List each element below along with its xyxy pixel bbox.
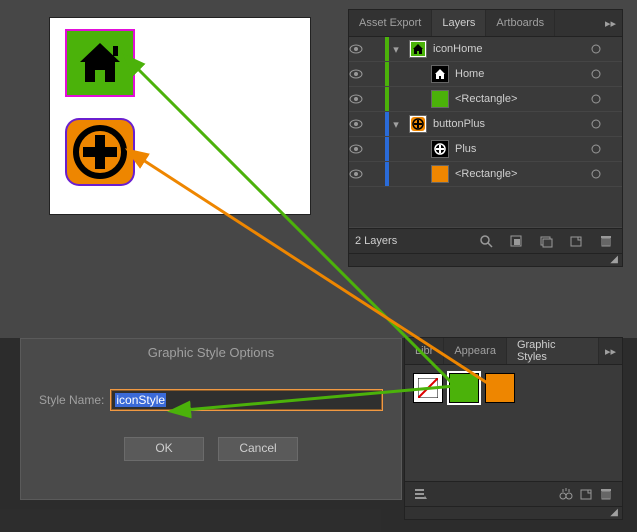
cancel-button[interactable]: Cancel	[218, 437, 298, 461]
target-icon[interactable]	[590, 143, 612, 155]
home-icon	[75, 38, 125, 88]
layer-row[interactable]: ▾ buttonPlus	[349, 112, 622, 137]
layers-list: ▾ iconHome Home <Rectangle> ▾ buttonPlus Plus <…	[349, 37, 622, 187]
layer-label[interactable]: iconHome	[433, 43, 590, 55]
make-clip-icon[interactable]	[506, 231, 526, 251]
art-iconHome[interactable]	[67, 31, 133, 95]
layer-thumbnail[interactable]	[431, 90, 449, 108]
break-link-icon[interactable]	[556, 484, 576, 504]
layer-label[interactable]: buttonPlus	[433, 118, 590, 130]
target-icon[interactable]	[590, 68, 612, 80]
target-icon[interactable]	[590, 93, 612, 105]
layer-thumbnail[interactable]	[431, 140, 449, 158]
visibility-toggle[interactable]	[349, 44, 371, 54]
layer-row[interactable]: ▾ iconHome	[349, 37, 622, 62]
panel-flyout-icon[interactable]: ▸▸	[599, 17, 622, 30]
layer-thumbnail[interactable]	[409, 40, 427, 58]
target-icon[interactable]	[590, 43, 612, 55]
new-style-icon[interactable]	[576, 484, 596, 504]
styles-swatch-list	[405, 365, 622, 481]
layers-count: 2 Layers	[355, 235, 397, 247]
layers-panel: Asset Export Layers Artboards ▸▸ ▾ iconHo…	[349, 10, 622, 266]
dialog-title: Graphic Style Options	[21, 339, 401, 367]
target-icon[interactable]	[590, 118, 612, 130]
disclosure-arrow-icon[interactable]: ▾	[389, 43, 403, 56]
layer-row[interactable]: <Rectangle>	[349, 162, 622, 187]
plus-circle-icon	[73, 125, 127, 179]
graphic-style-options-dialog: Graphic Style Options Style Name: iconSt…	[20, 338, 402, 500]
new-sublayer-icon[interactable]	[536, 231, 556, 251]
locate-object-icon[interactable]	[476, 231, 496, 251]
visibility-toggle[interactable]	[349, 119, 371, 129]
style-name-label: Style Name:	[39, 393, 104, 407]
styles-panel-tabs: Libr Appeara Graphic Styles ▸▸	[405, 338, 622, 365]
layer-thumbnail[interactable]	[431, 165, 449, 183]
style-swatch-orange[interactable]	[485, 373, 515, 403]
tab-appearance[interactable]: Appeara	[444, 338, 507, 364]
artboard	[50, 18, 310, 214]
layer-thumbnail[interactable]	[409, 115, 427, 133]
layer-label[interactable]: Home	[455, 68, 590, 80]
visibility-toggle[interactable]	[349, 144, 371, 154]
layer-label[interactable]: <Rectangle>	[455, 168, 590, 180]
panel-tabs: Asset Export Layers Artboards ▸▸	[349, 10, 622, 37]
delete-style-icon[interactable]	[596, 484, 616, 504]
layer-row[interactable]: Plus	[349, 137, 622, 162]
ok-button[interactable]: OK	[124, 437, 204, 461]
layer-thumbnail[interactable]	[431, 65, 449, 83]
tab-libraries[interactable]: Libr	[405, 338, 444, 364]
layers-footer: 2 Layers	[349, 228, 622, 253]
tab-artboards[interactable]: Artboards	[486, 10, 555, 36]
styles-menu-icon[interactable]	[411, 484, 431, 504]
tab-layers[interactable]: Layers	[432, 10, 486, 36]
art-iconPlus[interactable]	[67, 120, 133, 184]
tab-asset-export[interactable]: Asset Export	[349, 10, 432, 36]
style-name-input[interactable]: iconStyle	[110, 389, 383, 411]
styles-footer	[405, 481, 622, 506]
visibility-toggle[interactable]	[349, 169, 371, 179]
style-name-value: iconStyle	[115, 393, 166, 407]
new-layer-icon[interactable]	[566, 231, 586, 251]
panel-resize-handle[interactable]: ◢	[349, 253, 622, 266]
layer-label[interactable]: <Rectangle>	[455, 93, 590, 105]
styles-flyout-icon[interactable]: ▸▸	[599, 345, 622, 358]
visibility-toggle[interactable]	[349, 69, 371, 79]
style-swatch-green[interactable]	[449, 373, 479, 403]
graphic-styles-panel: Libr Appeara Graphic Styles ▸▸ ◢	[405, 338, 622, 519]
styles-resize-handle[interactable]: ◢	[405, 506, 622, 519]
visibility-toggle[interactable]	[349, 94, 371, 104]
layers-empty-area[interactable]	[349, 187, 622, 228]
layer-row[interactable]: Home	[349, 62, 622, 87]
layer-label[interactable]: Plus	[455, 143, 590, 155]
delete-layer-icon[interactable]	[596, 231, 616, 251]
disclosure-arrow-icon[interactable]: ▾	[389, 118, 403, 131]
target-icon[interactable]	[590, 168, 612, 180]
style-swatch-default[interactable]	[413, 373, 443, 403]
tab-graphic-styles[interactable]: Graphic Styles	[507, 338, 599, 364]
layer-row[interactable]: <Rectangle>	[349, 87, 622, 112]
